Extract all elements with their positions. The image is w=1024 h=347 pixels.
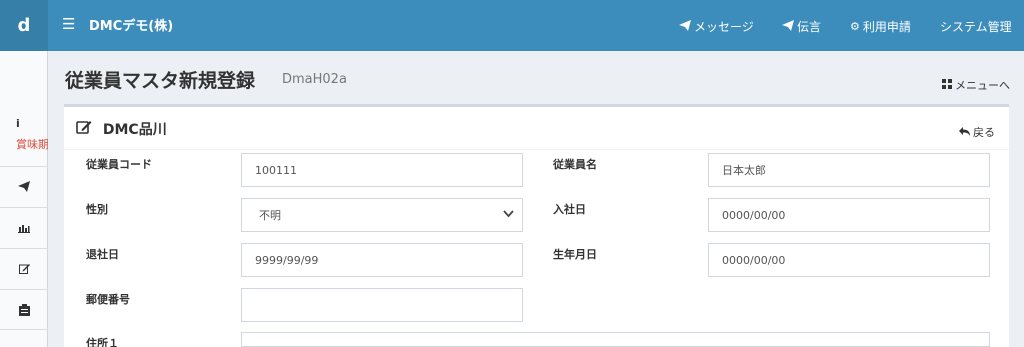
nav-memo-label: 伝言 <box>797 20 822 34</box>
employee-code-value: 100111 <box>255 163 297 177</box>
back-link[interactable]: 戻る <box>958 124 995 140</box>
sidebar: i 賞味期限 <box>0 51 48 347</box>
retire-date-value: 9999/99/99 <box>255 253 319 267</box>
employee-code-label: 従業員コード <box>86 158 152 171</box>
address1-input[interactable] <box>241 332 990 347</box>
edit-icon <box>76 119 92 138</box>
menu-link[interactable]: メニューへ <box>941 77 1010 93</box>
grid-icon <box>941 79 956 92</box>
box-title-label: DMC品川 <box>102 122 167 138</box>
send-icon <box>18 181 30 192</box>
sidebar-item-send[interactable] <box>0 166 48 206</box>
retire-date-label: 退社日 <box>86 248 119 261</box>
top-navbar: d ☰ DMCデモ(株) メッセージ 伝言 ⚙ 利用申請 システム管理 <box>0 0 1024 51</box>
hire-date-label: 入社日 <box>553 203 586 216</box>
birth-date-input[interactable]: 0000/00/00 <box>708 243 990 277</box>
reply-icon <box>958 126 974 139</box>
menu-link-label: メニューへ <box>955 79 1010 92</box>
box-header: DMC品川 戻る <box>64 107 1009 150</box>
sidebar-item-edit[interactable] <box>0 248 48 288</box>
nav-system-admin[interactable]: システム管理 <box>940 18 1012 35</box>
sidebar-item-chart[interactable] <box>0 207 48 247</box>
hire-date-value: 0000/00/00 <box>722 208 786 222</box>
nav-messages[interactable]: メッセージ <box>679 18 754 35</box>
employee-name-label: 従業員名 <box>553 158 597 171</box>
sidebar-expiry-label: 賞味期限 <box>16 138 48 151</box>
gender-select[interactable]: 不明 <box>241 198 523 232</box>
hire-date-input[interactable]: 0000/00/00 <box>708 198 990 232</box>
nav-system-admin-label: システム管理 <box>940 20 1012 34</box>
nav-messages-label: メッセージ <box>694 20 754 34</box>
box-title: DMC品川 <box>76 119 167 139</box>
bar-chart-icon <box>18 224 30 233</box>
info-icon: i <box>16 117 20 130</box>
birth-date-value: 0000/00/00 <box>722 253 786 267</box>
send-icon <box>782 19 794 34</box>
postal-code-label: 郵便番号 <box>86 293 130 306</box>
sidebar-item-clipboard[interactable] <box>0 289 48 330</box>
brand-name[interactable]: DMCデモ(株) <box>89 15 173 34</box>
hamburger-icon[interactable]: ☰ <box>62 15 75 33</box>
chevron-down-icon <box>503 208 514 221</box>
nav-memo[interactable]: 伝言 <box>782 18 821 35</box>
nav-usage-request[interactable]: ⚙ 利用申請 <box>850 18 911 35</box>
page-title: 従業員マスタ新規登録 <box>65 70 256 92</box>
gender-value: 不明 <box>259 209 281 222</box>
retire-date-input[interactable]: 9999/99/99 <box>241 243 523 277</box>
gender-label: 性別 <box>86 203 108 216</box>
back-link-label: 戻る <box>973 126 995 139</box>
employee-name-input[interactable]: 日本太郎 <box>708 153 990 187</box>
page-subtitle: DmaH02a <box>282 72 347 87</box>
employee-code-input[interactable]: 100111 <box>241 153 523 187</box>
employee-name-value: 日本太郎 <box>722 164 766 177</box>
send-icon <box>679 19 691 34</box>
nav-usage-request-label: 利用申請 <box>862 20 911 34</box>
birth-date-label: 生年月日 <box>553 248 597 261</box>
address1-label: 住所１ <box>86 337 119 347</box>
sidebar-item-expiry[interactable]: i 賞味期限 <box>0 116 48 158</box>
logo[interactable]: d <box>0 0 48 51</box>
postal-code-input[interactable] <box>241 288 523 322</box>
clipboard-icon <box>18 303 30 316</box>
gear-icon: ⚙ <box>850 20 860 33</box>
edit-icon <box>18 264 30 274</box>
